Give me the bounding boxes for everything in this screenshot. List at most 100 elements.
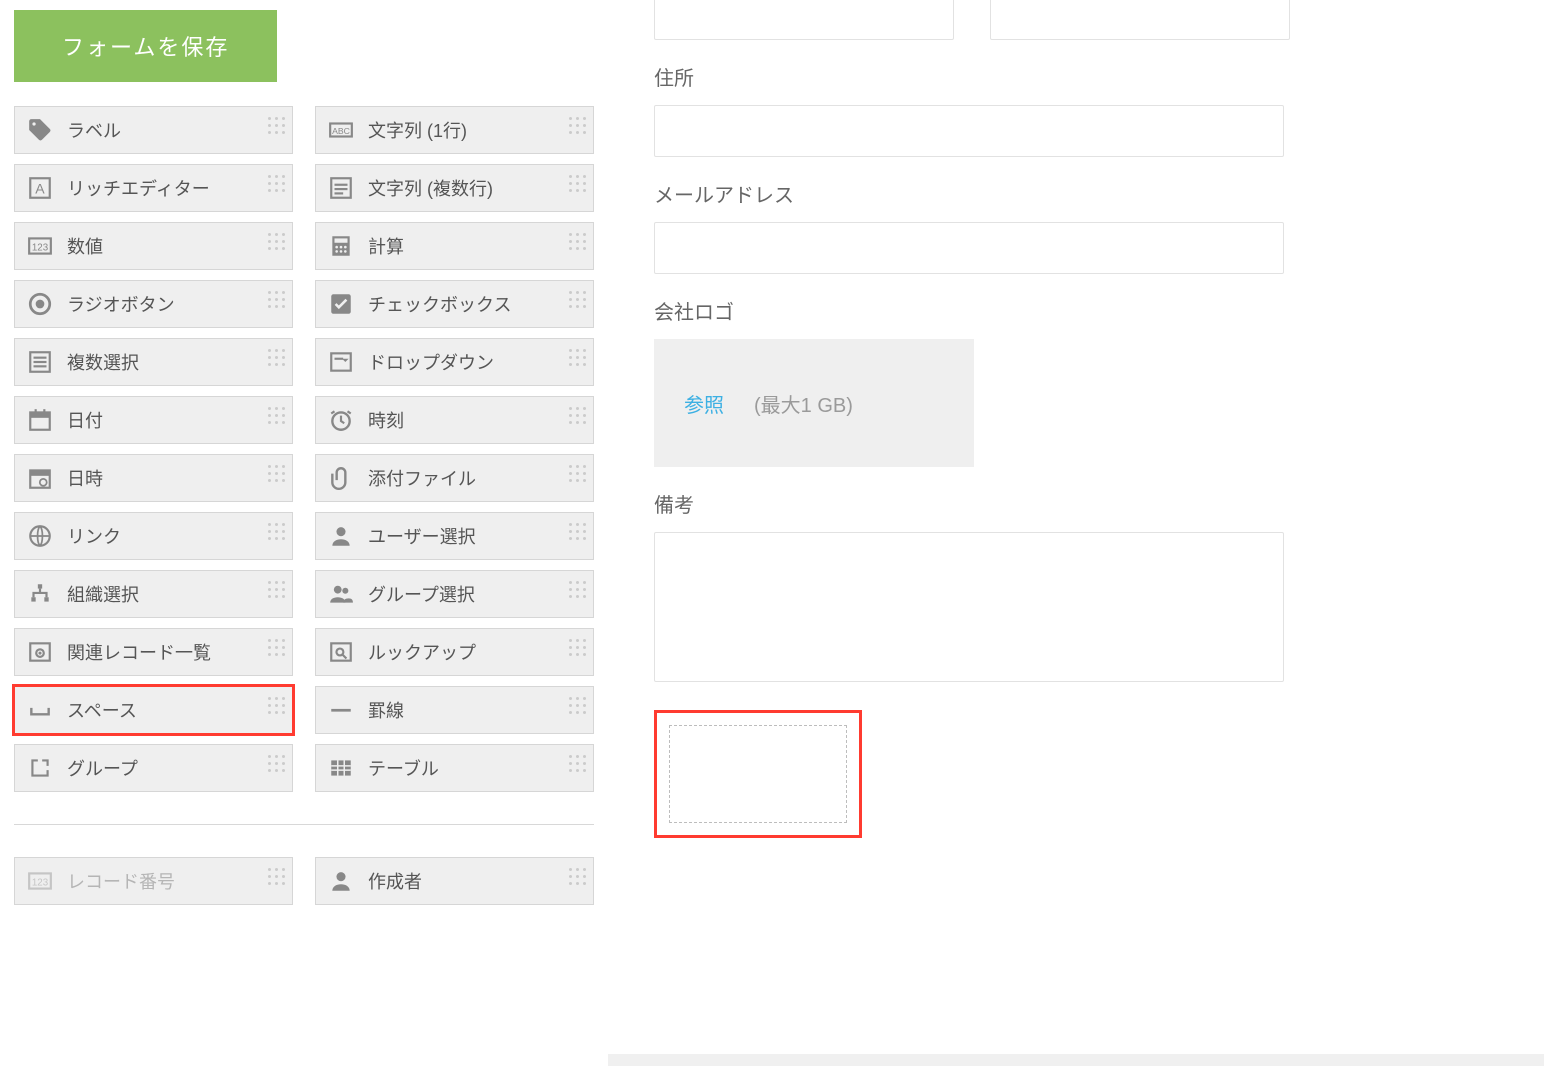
form-field-palette: フォームを保存 ラベル ABC 文字列 (1行) A リッチエディター 文字列 … bbox=[0, 0, 608, 1066]
date-icon bbox=[25, 405, 55, 435]
field-chip-label[interactable]: ラベル bbox=[14, 106, 293, 154]
drag-grip-icon bbox=[569, 523, 587, 549]
field-chip-label: ドロップダウン bbox=[368, 349, 494, 375]
drag-grip-icon bbox=[268, 581, 286, 607]
field-chip-org[interactable]: 組織選択 bbox=[14, 570, 293, 618]
field-chip-table[interactable]: テーブル bbox=[315, 744, 594, 792]
drag-grip-icon bbox=[268, 639, 286, 665]
field-chip-label: ルックアップ bbox=[368, 639, 476, 665]
field-chip-rich[interactable]: A リッチエディター bbox=[14, 164, 293, 212]
field-chip-recno[interactable]: 123 レコード番号 bbox=[14, 857, 293, 905]
space-placeholder-highlight[interactable] bbox=[654, 710, 862, 838]
field-chip-number[interactable]: 123 数値 bbox=[14, 222, 293, 270]
field-chip-label: リンク bbox=[67, 523, 121, 549]
field-chip-time[interactable]: 時刻 bbox=[315, 396, 594, 444]
drag-grip-icon bbox=[268, 291, 286, 317]
attachment-hint: (最大1 GB) bbox=[754, 389, 853, 418]
field-chip-label: テーブル bbox=[368, 755, 439, 781]
user-icon bbox=[326, 521, 356, 551]
field-chip-label: 時刻 bbox=[368, 407, 404, 433]
field-chip-label: 罫線 bbox=[368, 697, 404, 723]
num-icon: 123 bbox=[25, 866, 55, 896]
drag-grip-icon bbox=[268, 697, 286, 723]
drag-grip-icon bbox=[569, 639, 587, 665]
field-chip-creator[interactable]: 作成者 bbox=[315, 857, 594, 905]
num-icon: 123 bbox=[25, 231, 55, 261]
table-icon bbox=[326, 753, 356, 783]
memo-textarea[interactable] bbox=[654, 532, 1284, 682]
field-chip-link[interactable]: リンク bbox=[14, 512, 293, 560]
field-chip-related[interactable]: 関連レコード一覧 bbox=[14, 628, 293, 676]
email-input[interactable] bbox=[654, 222, 1284, 274]
attachment-dropzone[interactable]: 参照 (最大1 GB) bbox=[654, 339, 974, 467]
drag-grip-icon bbox=[268, 755, 286, 781]
groupbox-icon bbox=[25, 753, 55, 783]
lines-icon bbox=[326, 173, 356, 203]
field-chip-datetime[interactable]: 日時 bbox=[14, 454, 293, 502]
svg-text:123: 123 bbox=[32, 877, 48, 888]
field-chip-label: ラジオボタン bbox=[67, 291, 175, 317]
field-chip-date[interactable]: 日付 bbox=[14, 396, 293, 444]
field-chip-label: スペース bbox=[67, 697, 137, 723]
lookup-icon bbox=[326, 637, 356, 667]
field-chip-border[interactable]: 罫線 bbox=[315, 686, 594, 734]
svg-text:A: A bbox=[35, 180, 45, 196]
drag-grip-icon bbox=[569, 349, 587, 375]
address-input[interactable] bbox=[654, 105, 1284, 157]
field-chip-label: 作成者 bbox=[368, 868, 422, 894]
field-chip-user[interactable]: ユーザー選択 bbox=[315, 512, 594, 560]
field-label-email: メールアドレス bbox=[654, 179, 1544, 208]
field-chip-label: チェックボックス bbox=[368, 291, 511, 317]
svg-text:ABC: ABC bbox=[332, 126, 350, 136]
field-chip-label: 関連レコード一覧 bbox=[67, 639, 211, 665]
drag-grip-icon bbox=[268, 349, 286, 375]
field-chip-label: 数値 bbox=[67, 233, 103, 259]
field-chip-label: リッチエディター bbox=[67, 175, 210, 201]
groupsel-icon bbox=[326, 579, 356, 609]
field-chip-group[interactable]: グループ bbox=[14, 744, 293, 792]
drag-grip-icon bbox=[268, 233, 286, 259]
field-chip-label: 添付ファイル bbox=[368, 465, 476, 491]
user-icon bbox=[326, 866, 356, 896]
field-chip-label: ユーザー選択 bbox=[368, 523, 476, 549]
field-chip-label: 複数選択 bbox=[67, 349, 139, 375]
field-chip-check[interactable]: チェックボックス bbox=[315, 280, 594, 328]
org-icon bbox=[25, 579, 55, 609]
browse-link[interactable]: 参照 bbox=[684, 389, 724, 418]
field-chip-space[interactable]: スペース bbox=[14, 686, 293, 734]
save-form-button[interactable]: フォームを保存 bbox=[14, 10, 277, 82]
form-canvas[interactable]: 住所 メールアドレス 会社ロゴ 参照 (最大1 GB) 備考 bbox=[608, 0, 1544, 1054]
text-input[interactable] bbox=[990, 0, 1290, 40]
field-chip-calc[interactable]: 計算 bbox=[315, 222, 594, 270]
rich-icon: A bbox=[25, 173, 55, 203]
field-label-address: 住所 bbox=[654, 62, 1544, 91]
field-chip-label: 日時 bbox=[67, 465, 103, 491]
space-placeholder-dash bbox=[669, 725, 847, 823]
hr-icon bbox=[326, 695, 356, 725]
field-label-memo: 備考 bbox=[654, 489, 1544, 518]
field-chip-label: 日付 bbox=[67, 407, 103, 433]
field-chip-lookup[interactable]: ルックアップ bbox=[315, 628, 594, 676]
drag-grip-icon bbox=[569, 117, 587, 143]
datetime-icon bbox=[25, 463, 55, 493]
drag-grip-icon bbox=[268, 868, 286, 894]
globe-icon bbox=[25, 521, 55, 551]
clip-icon bbox=[326, 463, 356, 493]
drag-grip-icon bbox=[268, 523, 286, 549]
field-chip-label: 文字列 (複数行) bbox=[368, 175, 493, 201]
related-icon bbox=[25, 637, 55, 667]
field-chip-textm[interactable]: 文字列 (複数行) bbox=[315, 164, 594, 212]
field-chip-text1[interactable]: ABC 文字列 (1行) bbox=[315, 106, 594, 154]
svg-text:123: 123 bbox=[32, 242, 48, 253]
field-chip-label: レコード番号 bbox=[67, 868, 175, 894]
field-chip-groupsel[interactable]: グループ選択 bbox=[315, 570, 594, 618]
field-chip-label: ラベル bbox=[67, 117, 121, 143]
drag-grip-icon bbox=[569, 581, 587, 607]
top-input-row bbox=[654, 0, 1544, 40]
text-input[interactable] bbox=[654, 0, 954, 40]
field-chip-radio[interactable]: ラジオボタン bbox=[14, 280, 293, 328]
field-chip-drop[interactable]: ドロップダウン bbox=[315, 338, 594, 386]
field-chip-attach[interactable]: 添付ファイル bbox=[315, 454, 594, 502]
field-label-logo: 会社ロゴ bbox=[654, 296, 1544, 325]
field-chip-multiselect[interactable]: 複数選択 bbox=[14, 338, 293, 386]
